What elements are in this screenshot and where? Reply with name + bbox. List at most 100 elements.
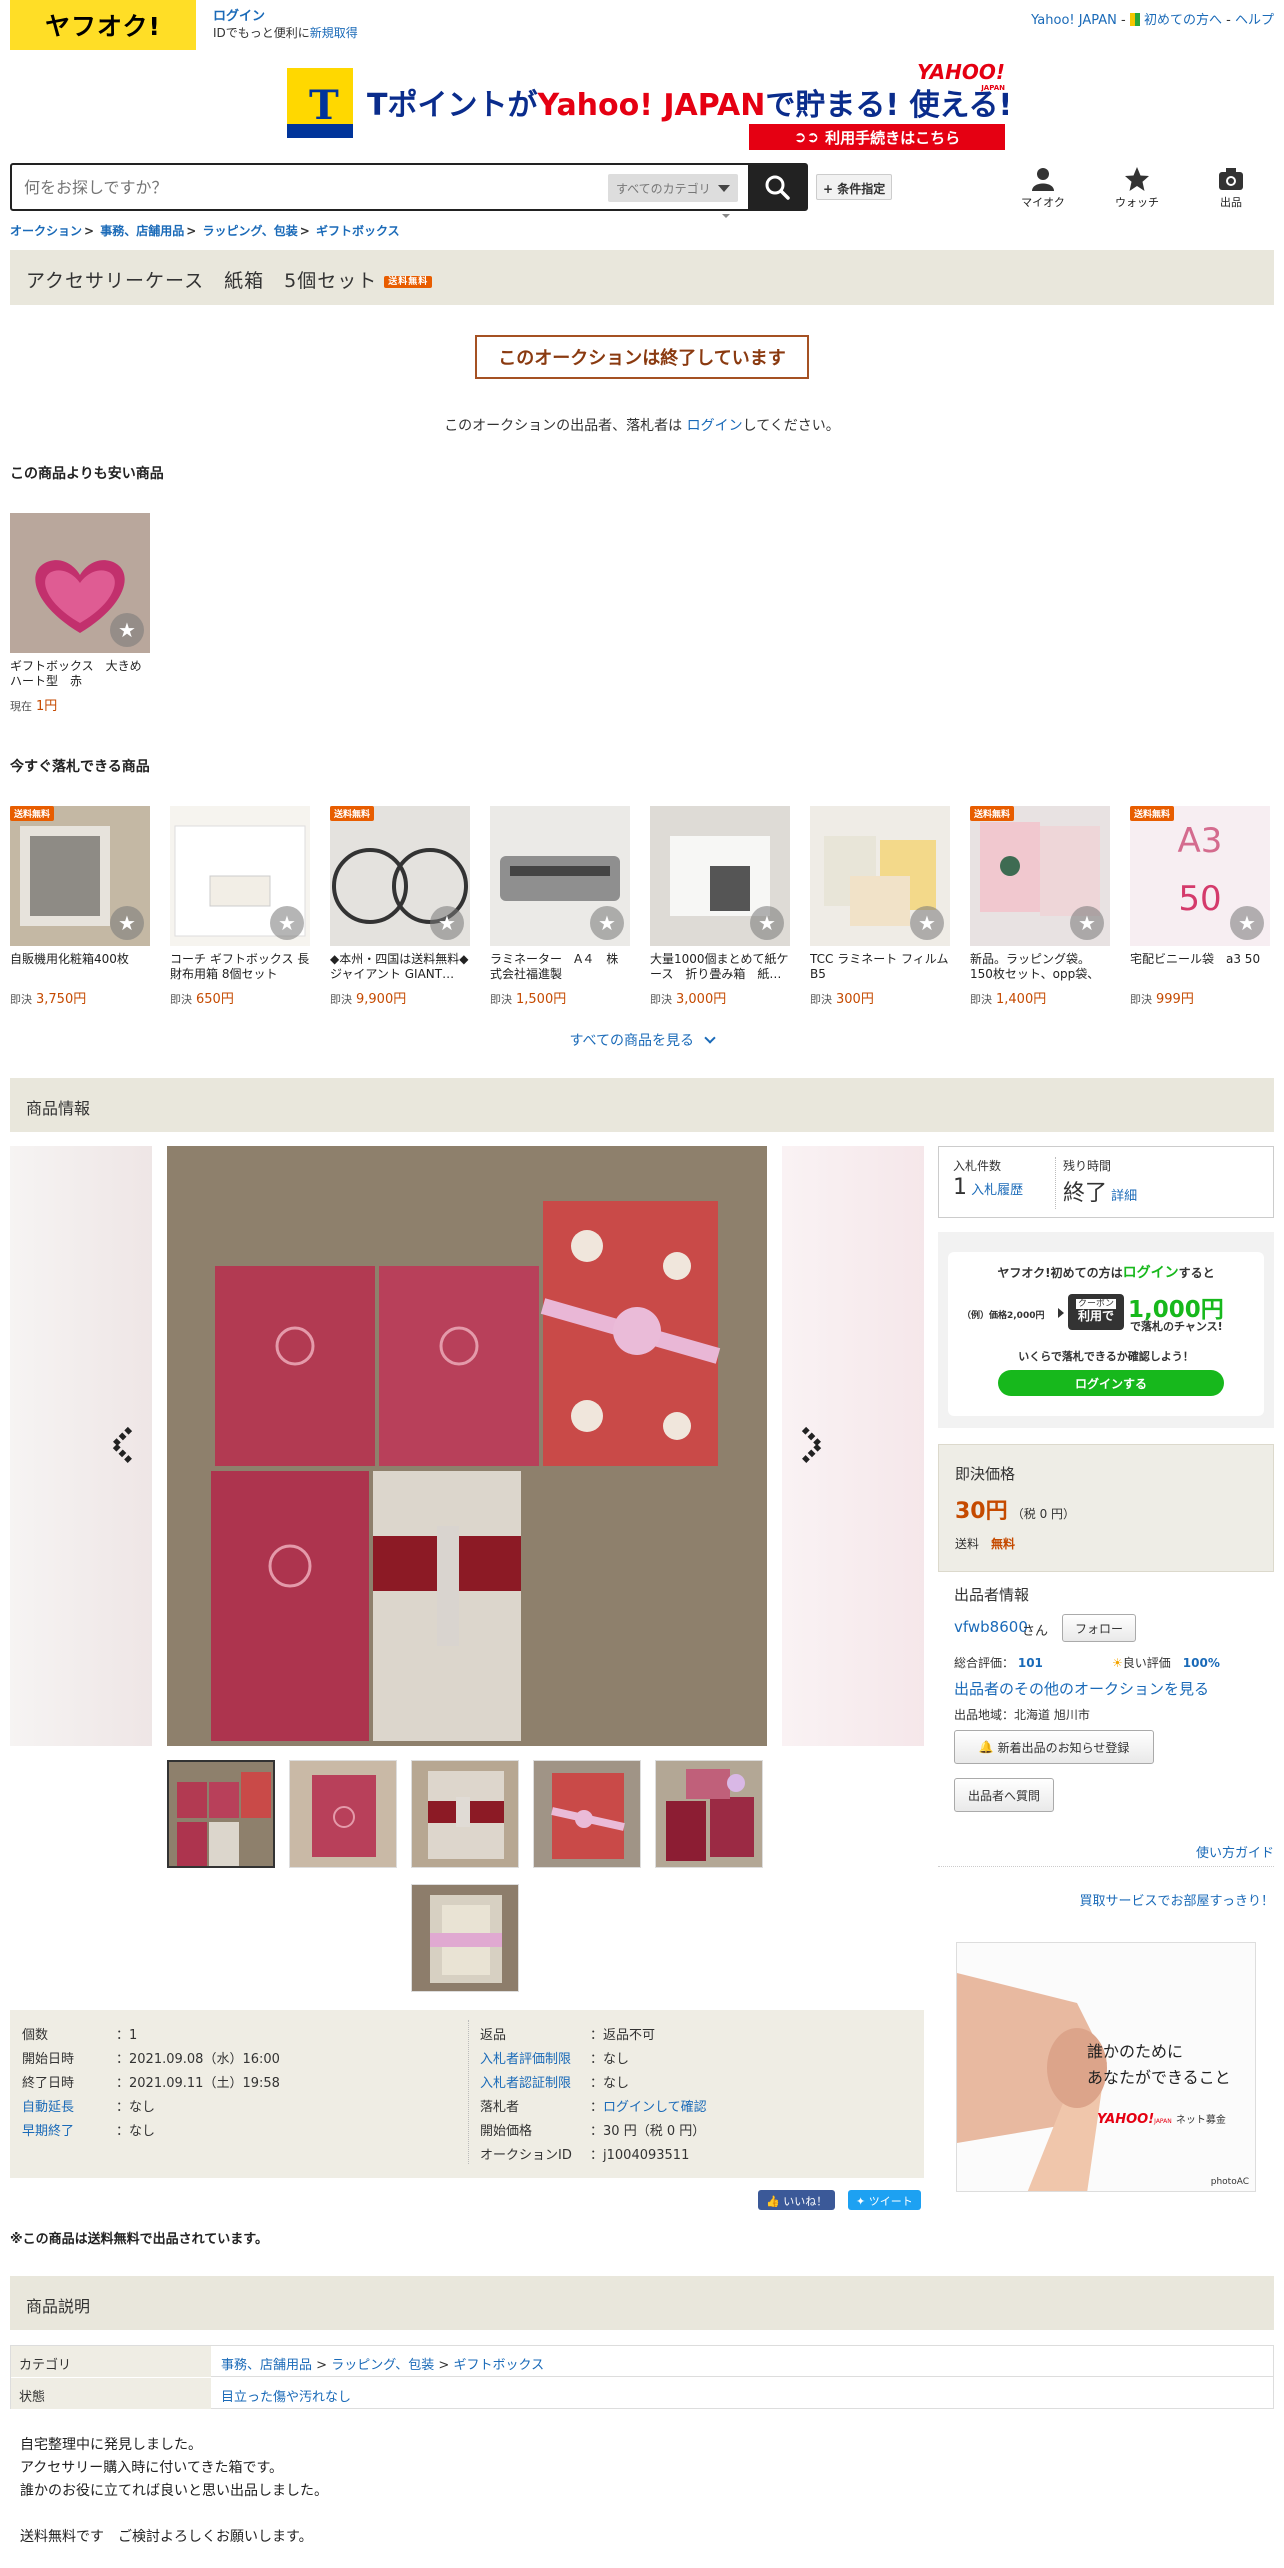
- watch-star-icon[interactable]: ★: [110, 906, 144, 940]
- product-thumbnail[interactable]: 送料無料 ★: [970, 806, 1110, 946]
- search-button[interactable]: [748, 165, 806, 209]
- item-name[interactable]: ギフトボックス 大きめ ハート型 赤: [10, 659, 150, 689]
- watch-button[interactable]: ウォッチ: [1102, 166, 1172, 210]
- search-bar: すべてのカテゴリ: [10, 163, 808, 211]
- breadcrumb-item[interactable]: 事務、店舗用品: [100, 224, 184, 238]
- watch-star-icon[interactable]: ★: [1070, 906, 1104, 940]
- watch-star-icon[interactable]: ★: [430, 906, 464, 940]
- main-product-image[interactable]: [167, 1146, 767, 1746]
- product-thumbnail[interactable]: ★: [490, 806, 630, 946]
- product-thumbnail[interactable]: A3 50 送料無料 ★: [1130, 806, 1270, 946]
- search-input[interactable]: [12, 165, 602, 209]
- tweet-button[interactable]: ✦ ツイート: [848, 2190, 921, 2210]
- desc-category-link[interactable]: ギフトボックス: [453, 2358, 544, 2373]
- buynow-item-card[interactable]: ★ TCC ラミネート フィルム B5 即決 300円: [810, 806, 950, 1007]
- ask-seller-button[interactable]: 出品者へ質問: [954, 1778, 1054, 1812]
- breadcrumb-item[interactable]: オークション: [10, 224, 82, 238]
- gallery-next-arrow-icon[interactable]: [796, 1425, 826, 1465]
- yahoo-japan-link[interactable]: Yahoo! JAPAN: [1031, 13, 1117, 28]
- condition-row: 状態 目立った傷や汚れなし: [11, 2378, 1273, 2409]
- watch-star-icon[interactable]: ★: [910, 906, 944, 940]
- collapse-arrow-icon[interactable]: [722, 214, 730, 218]
- desc-category-link[interactable]: ラッピング、包装: [331, 2358, 434, 2373]
- gallery-thumbnail[interactable]: [411, 1884, 519, 1992]
- bid-history-link[interactable]: 入札履歴: [971, 1183, 1023, 1198]
- product-thumbnail[interactable]: ★: [650, 806, 790, 946]
- item-name[interactable]: 自販機用化粧箱400枚: [10, 952, 150, 982]
- item-name[interactable]: コーチ ギフトボックス 長財布用箱 8個セット: [170, 952, 310, 982]
- auction-ended-notice: このオークションは終了しています: [475, 335, 809, 379]
- buynow-item-card[interactable]: ★ コーチ ギフトボックス 長財布用箱 8個セット 即決 650円: [170, 806, 310, 1007]
- condition-link[interactable]: 目立った傷や汚れなし: [221, 2390, 351, 2405]
- first-login-promo: ヤフオク!初めての方はログインすると （例）価格2,000円 クーポン 利用で 1…: [938, 1232, 1274, 1428]
- facebook-like-button[interactable]: 👍 いいね！: [758, 2190, 836, 2210]
- buynow-item-card[interactable]: ★ 大量1000個まとめて紙ケース 折り畳み箱 紙… 即決 3,000円: [650, 806, 790, 1007]
- breadcrumb-item[interactable]: ラッピング、包装: [203, 224, 298, 238]
- time-detail-link[interactable]: 詳細: [1111, 1189, 1137, 1204]
- gallery-thumbnail[interactable]: [411, 1760, 519, 1868]
- usage-guide-link[interactable]: 使い方ガイド: [1196, 1842, 1274, 1861]
- login-link[interactable]: ログイン: [213, 9, 265, 24]
- rating-count-link[interactable]: 101: [1018, 1656, 1043, 1670]
- yahuoku-logo[interactable]: ヤフオク!: [10, 0, 196, 50]
- product-thumbnail[interactable]: 送料無料 ★: [10, 806, 150, 946]
- buynow-item-card[interactable]: 送料無料 ★ 自販機用化粧箱400枚 即決 3,750円: [10, 806, 150, 1007]
- item-name[interactable]: 大量1000個まとめて紙ケース 折り畳み箱 紙…: [650, 952, 790, 982]
- buynow-item-card[interactable]: A3 50 送料無料 ★ 宅配ビニール袋 a3 50 即決 999円: [1130, 806, 1270, 1007]
- help-link[interactable]: ヘルプ: [1235, 13, 1274, 28]
- watch-star-icon[interactable]: ★: [270, 906, 304, 940]
- gallery-thumbnail[interactable]: [533, 1760, 641, 1868]
- early-end-help-link[interactable]: 早期終了: [22, 2120, 116, 2139]
- auto-extend-help-link[interactable]: 自動延長: [22, 2096, 116, 2115]
- gallery-thumbnail[interactable]: [655, 1760, 763, 1868]
- gallery-prev-arrow-icon[interactable]: [108, 1425, 138, 1465]
- follow-button[interactable]: フォロー: [1062, 1614, 1136, 1642]
- condition-button[interactable]: + 条件指定: [816, 174, 893, 200]
- good-rating: ☀良い評価 100%: [1112, 1656, 1220, 1670]
- my-auction-button[interactable]: マイオク: [1008, 166, 1078, 210]
- gallery-thumbnail[interactable]: [289, 1760, 397, 1868]
- donation-ad[interactable]: 誰かのために あなたができること YAHOO!JAPAN ネット募金 photoA…: [956, 1942, 1256, 2192]
- detail-row: 早期終了 ：なし: [22, 2120, 155, 2144]
- description-title: 商品説明: [26, 2297, 91, 2316]
- item-name[interactable]: TCC ラミネート フィルム B5: [810, 952, 950, 982]
- banner-cta[interactable]: ➲➲ 利用手続きはこちら: [749, 124, 1005, 150]
- watch-star-icon[interactable]: ★: [110, 613, 144, 647]
- watch-star-icon[interactable]: ★: [590, 906, 624, 940]
- breadcrumb-item[interactable]: ギフトボックス: [316, 224, 400, 238]
- promo-login-link[interactable]: ログイン: [1123, 1265, 1179, 1281]
- seller-name-link[interactable]: vfwb8600: [954, 1618, 1028, 1636]
- product-thumbnail[interactable]: ★: [170, 806, 310, 946]
- buyback-service-link[interactable]: 買取サービスでお部屋すっきり！: [1080, 1890, 1274, 1909]
- buynow-item-card[interactable]: ★ ラミネーター A４ 株式会社福進製 即決 1,500円: [490, 806, 630, 1007]
- buynow-item-card[interactable]: 送料無料 ★ ◆本州・四国は送料無料◆ ジャイアント GIANT… 即決 9,900円: [330, 806, 470, 1007]
- buynow-item-card[interactable]: 送料無料 ★ 新品。ラッピング袋。150枚セット、opp袋、ク… 即決1,400円: [970, 806, 1110, 1007]
- watch-star-icon[interactable]: ★: [750, 906, 784, 940]
- tpoint-banner[interactable]: T TポイントがYahoo! JAPANで貯まる! 使える! YAHOO! JAP…: [287, 60, 1012, 152]
- product-thumbnail[interactable]: 送料無料 ★: [330, 806, 470, 946]
- sell-button[interactable]: 出品: [1196, 166, 1266, 210]
- watch-star-icon[interactable]: ★: [1230, 906, 1264, 940]
- see-all-items[interactable]: すべての商品を見る: [0, 1030, 1284, 1050]
- cheaper-item-card[interactable]: ★ ギフトボックス 大きめ ハート型 赤 現在 1円: [10, 513, 150, 714]
- promo-login-button[interactable]: ログインする: [998, 1370, 1224, 1396]
- seller-other-auctions-link[interactable]: 出品者のその他のオークションを見る: [954, 1678, 1209, 1699]
- product-thumbnail[interactable]: ★: [10, 513, 150, 653]
- item-name[interactable]: 新品。ラッピング袋。150枚セット、opp袋、ク…: [970, 952, 1110, 982]
- category-select[interactable]: すべてのカテゴリ: [608, 174, 738, 202]
- see-all-link[interactable]: すべての商品を見る: [570, 1033, 694, 1049]
- item-name[interactable]: 宅配ビニール袋 a3 50: [1130, 952, 1270, 982]
- gallery-thumbnail[interactable]: [167, 1760, 275, 1868]
- register-link[interactable]: 新規取得: [310, 26, 358, 40]
- new-listing-notify-button[interactable]: 🔔 新着出品のお知らせ登録: [954, 1730, 1154, 1764]
- item-name[interactable]: ラミネーター A４ 株式会社福進製: [490, 952, 630, 982]
- desc-category-link[interactable]: 事務、店舗用品: [221, 2358, 312, 2373]
- first-time-link[interactable]: 初めての方へ: [1144, 13, 1222, 28]
- winner-login-link[interactable]: ログインして確認: [603, 2100, 707, 2115]
- auth-limit-help-link[interactable]: 入札者認証制限: [480, 2072, 590, 2091]
- product-thumbnail[interactable]: ★: [810, 806, 950, 946]
- chevron-down-icon: [704, 1032, 717, 1044]
- ended-login-link[interactable]: ログイン: [687, 418, 743, 434]
- item-name[interactable]: ◆本州・四国は送料無料◆ ジャイアント GIANT…: [330, 952, 470, 982]
- rating-limit-help-link[interactable]: 入札者評価制限: [480, 2048, 590, 2067]
